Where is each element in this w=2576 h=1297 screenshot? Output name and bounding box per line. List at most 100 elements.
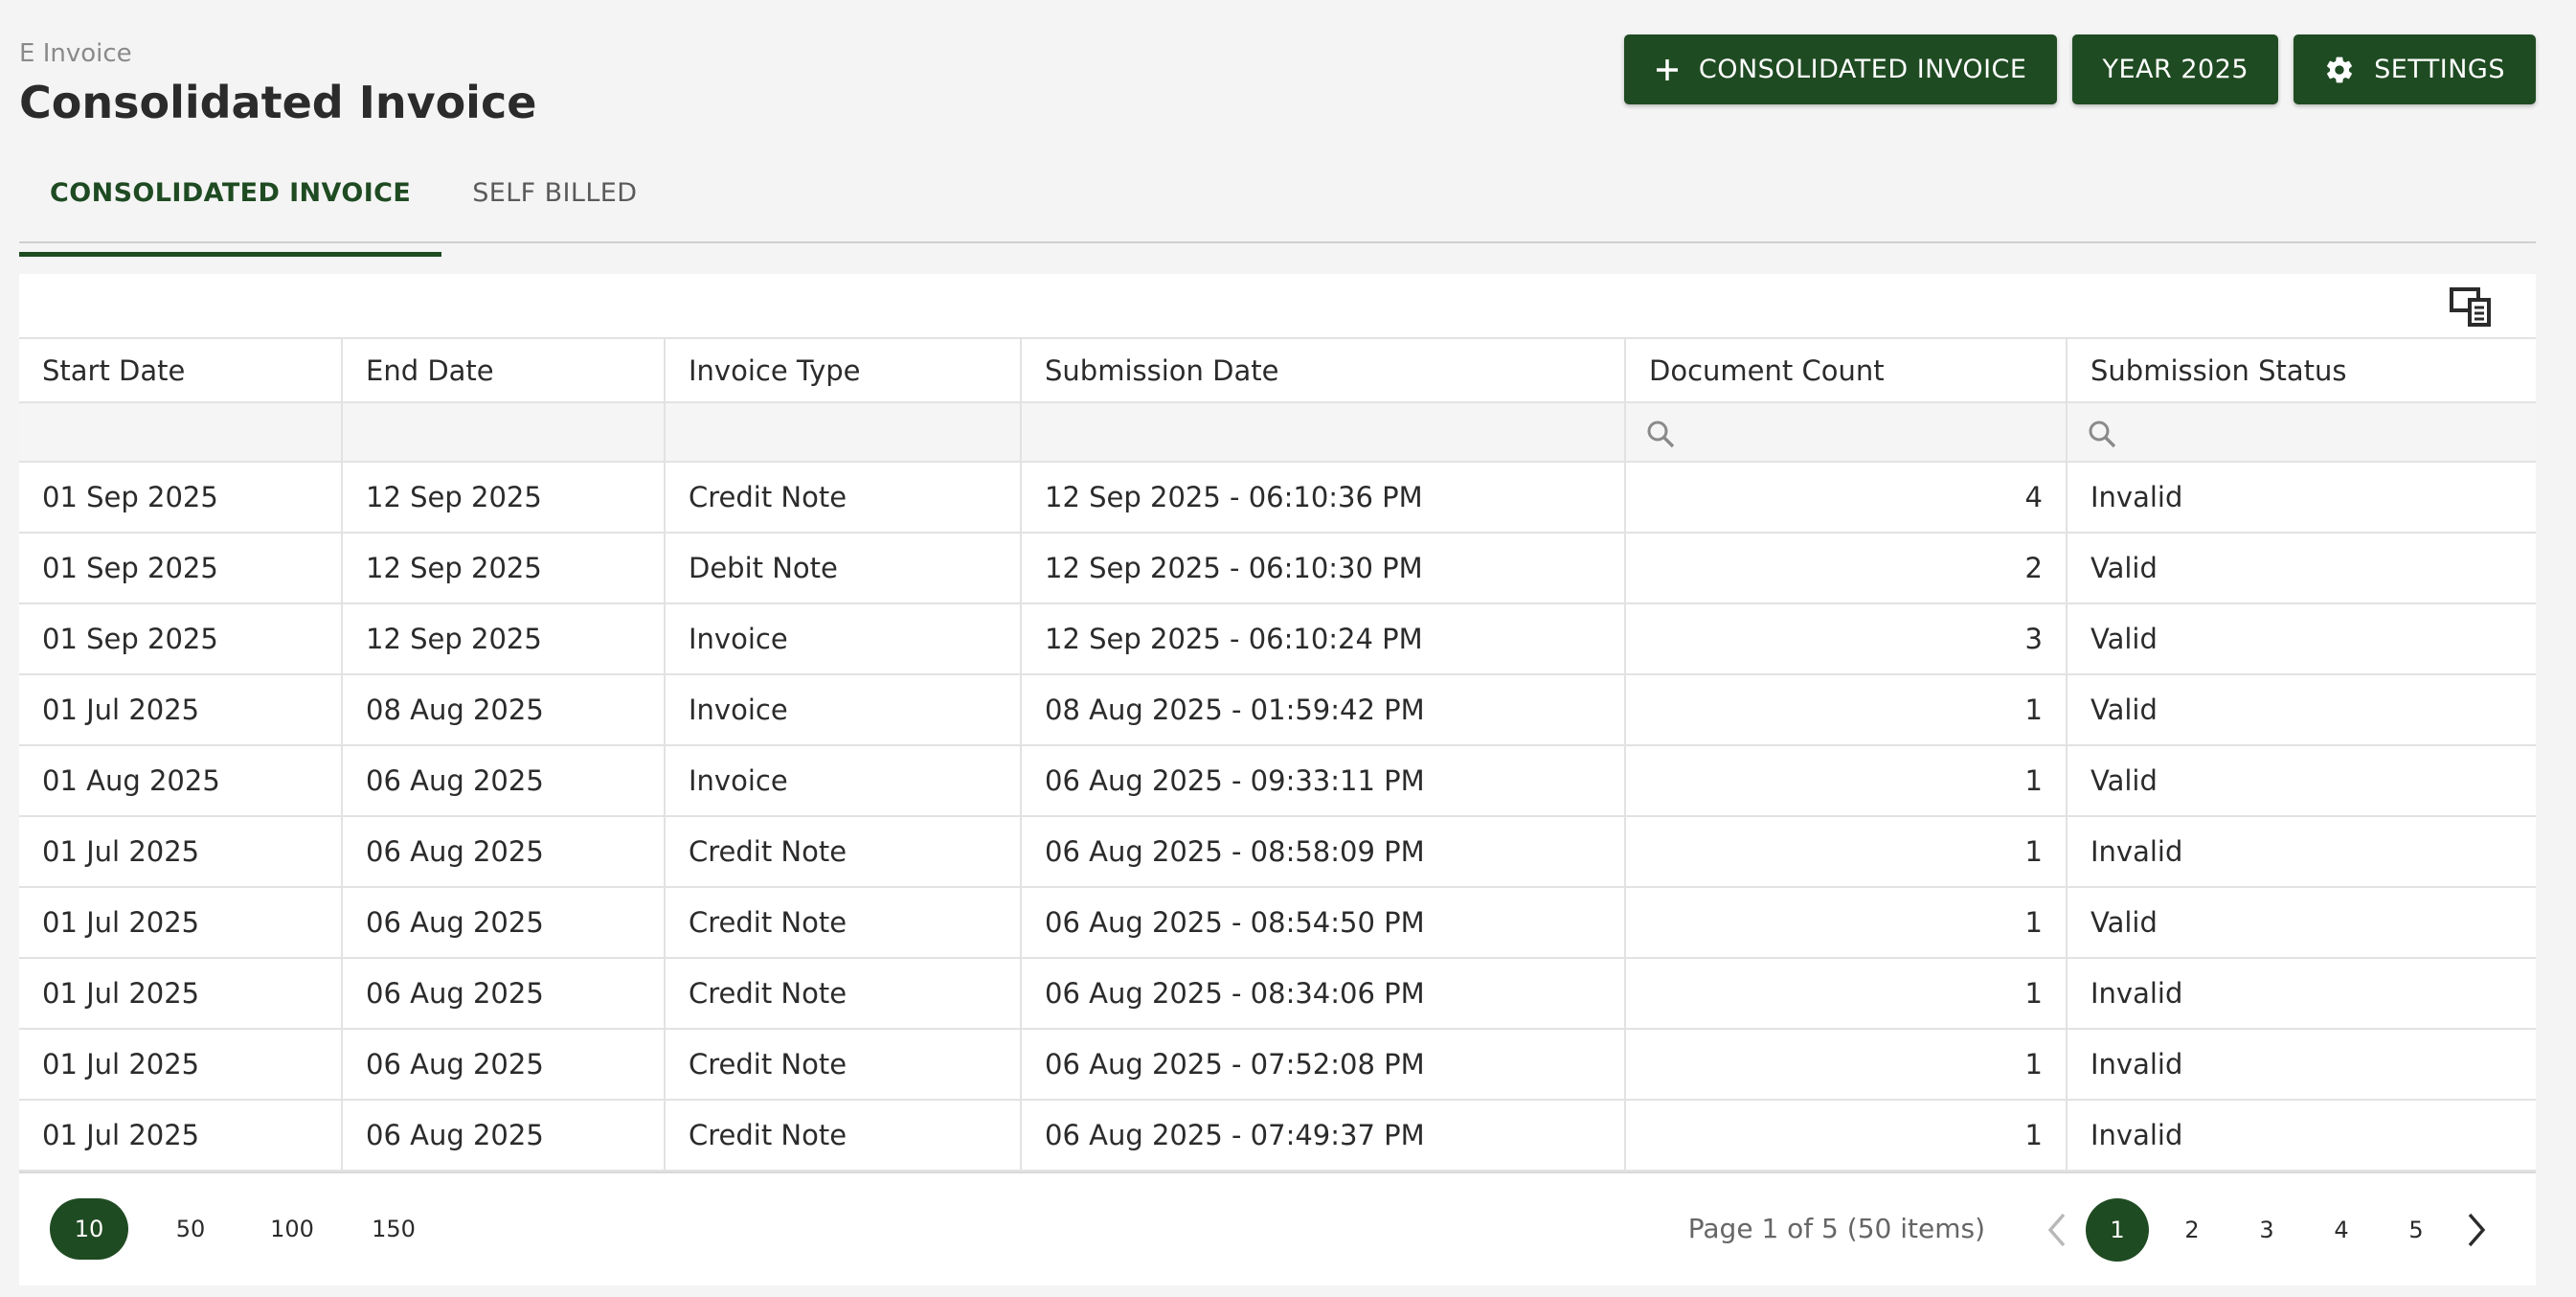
cell-document-count: 1 bbox=[1625, 816, 2068, 888]
gear-icon bbox=[2324, 55, 2355, 85]
table-row[interactable]: 01 Aug 2025 06 Aug 2025 Invoice 06 Aug 2025… bbox=[19, 745, 2536, 817]
plus-icon bbox=[1655, 57, 1680, 82]
invoice-grid: Start Date End Date Invoice Type Submiss… bbox=[19, 274, 2536, 1286]
column-header-submission-date[interactable]: Submission Date bbox=[1021, 339, 1626, 403]
chevron-left-icon[interactable] bbox=[2034, 1199, 2080, 1261]
cell-invoice-type: Invoice bbox=[665, 674, 1022, 746]
cell-start-date: 01 Jul 2025 bbox=[19, 1029, 343, 1101]
table-body: 01 Sep 2025 12 Sep 2025 Credit Note 12 Sep … bbox=[19, 462, 2536, 1172]
cell-end-date: 12 Sep 2025 bbox=[342, 533, 666, 604]
page-info: Page 1 of 5 (50 items) bbox=[1687, 1213, 1985, 1244]
column-header-start-date[interactable]: Start Date bbox=[19, 339, 343, 403]
cell-end-date: 06 Aug 2025 bbox=[342, 958, 666, 1030]
new-consolidated-invoice-label: CONSOLIDATED INVOICE bbox=[1698, 55, 2027, 84]
cell-invoice-type: Credit Note bbox=[665, 816, 1022, 888]
filter-cell-document-count[interactable] bbox=[1625, 402, 2068, 463]
table-row[interactable]: 01 Jul 2025 06 Aug 2025 Credit Note 06 Aug … bbox=[19, 1100, 2536, 1172]
cell-document-count: 1 bbox=[1625, 674, 2068, 746]
search-icon[interactable] bbox=[2087, 419, 2117, 449]
table-row[interactable]: 01 Sep 2025 12 Sep 2025 Invoice 12 Sep 2025… bbox=[19, 603, 2536, 675]
cell-invoice-type: Credit Note bbox=[665, 462, 1022, 534]
page-navigation: 1 2 3 4 5 bbox=[2034, 1198, 2499, 1262]
cell-submission-status: Valid bbox=[2067, 533, 2536, 604]
page-button-3[interactable]: 3 bbox=[2235, 1198, 2298, 1262]
page-button-4[interactable]: 4 bbox=[2310, 1198, 2373, 1262]
page-size-150[interactable]: 150 bbox=[354, 1198, 433, 1260]
cell-start-date: 01 Sep 2025 bbox=[19, 462, 343, 534]
table-row[interactable]: 01 Jul 2025 06 Aug 2025 Credit Note 06 Aug … bbox=[19, 1029, 2536, 1101]
table-row[interactable]: 01 Jul 2025 08 Aug 2025 Invoice 08 Aug 2025… bbox=[19, 674, 2536, 746]
cell-start-date: 01 Jul 2025 bbox=[19, 887, 343, 959]
cell-submission-status: Invalid bbox=[2067, 958, 2536, 1030]
column-header-document-count[interactable]: Document Count bbox=[1625, 339, 2068, 403]
page-title: Consolidated Invoice bbox=[19, 77, 537, 128]
cell-invoice-type: Invoice bbox=[665, 603, 1022, 675]
cell-start-date: 01 Aug 2025 bbox=[19, 745, 343, 817]
cell-submission-date: 06 Aug 2025 - 09:33:11 PM bbox=[1021, 745, 1626, 817]
cell-submission-status: Invalid bbox=[2067, 1100, 2536, 1172]
filter-cell-start-date[interactable] bbox=[19, 402, 343, 463]
cell-start-date: 01 Sep 2025 bbox=[19, 603, 343, 675]
filter-cell-invoice-type[interactable] bbox=[665, 402, 1022, 463]
cell-submission-status: Valid bbox=[2067, 603, 2536, 675]
cell-submission-date: 06 Aug 2025 - 08:34:06 PM bbox=[1021, 958, 1626, 1030]
invoice-table: Start Date End Date Invoice Type Submiss… bbox=[19, 339, 2536, 1172]
header-actions: CONSOLIDATED INVOICE YEAR 2025 SETTINGS bbox=[1623, 34, 2536, 104]
cell-submission-date: 12 Sep 2025 - 06:10:24 PM bbox=[1021, 603, 1626, 675]
new-consolidated-invoice-button[interactable]: CONSOLIDATED INVOICE bbox=[1623, 34, 2058, 104]
search-icon[interactable] bbox=[1645, 419, 1676, 449]
pager: 10 50 100 150 Page 1 of 5 (50 items) 1 2… bbox=[19, 1172, 2536, 1283]
page-size-selector: 10 50 100 150 bbox=[50, 1198, 456, 1260]
cell-start-date: 01 Jul 2025 bbox=[19, 1100, 343, 1172]
cell-submission-status: Valid bbox=[2067, 674, 2536, 746]
table-row[interactable]: 01 Sep 2025 12 Sep 2025 Debit Note 12 Sep 2… bbox=[19, 533, 2536, 604]
cell-document-count: 1 bbox=[1625, 1029, 2068, 1101]
cell-document-count: 1 bbox=[1625, 745, 2068, 817]
page-size-10[interactable]: 10 bbox=[50, 1198, 128, 1260]
cell-end-date: 08 Aug 2025 bbox=[342, 674, 666, 746]
table-row[interactable]: 01 Jul 2025 06 Aug 2025 Credit Note 06 Aug … bbox=[19, 816, 2536, 888]
page-size-100[interactable]: 100 bbox=[253, 1198, 331, 1260]
year-label: YEAR 2025 bbox=[2102, 55, 2249, 84]
page-button-1[interactable]: 1 bbox=[2086, 1198, 2149, 1262]
filter-cell-end-date[interactable] bbox=[342, 402, 666, 463]
page-size-50[interactable]: 50 bbox=[151, 1198, 230, 1260]
cell-end-date: 06 Aug 2025 bbox=[342, 745, 666, 817]
page-button-2[interactable]: 2 bbox=[2160, 1198, 2224, 1262]
cell-document-count: 4 bbox=[1625, 462, 2068, 534]
chevron-right-icon[interactable] bbox=[2453, 1199, 2499, 1261]
cell-document-count: 1 bbox=[1625, 1100, 2068, 1172]
breadcrumb[interactable]: E Invoice bbox=[19, 34, 536, 73]
cell-end-date: 12 Sep 2025 bbox=[342, 603, 666, 675]
year-button[interactable]: YEAR 2025 bbox=[2072, 34, 2279, 104]
tab-self-billed[interactable]: SELF BILLED bbox=[441, 159, 667, 241]
cell-end-date: 06 Aug 2025 bbox=[342, 1100, 666, 1172]
cell-submission-status: Invalid bbox=[2067, 816, 2536, 888]
cell-submission-date: 08 Aug 2025 - 01:59:42 PM bbox=[1021, 674, 1626, 746]
page-header: E Invoice Consolidated Invoice bbox=[19, 34, 536, 130]
filter-cell-submission-status[interactable] bbox=[2067, 402, 2536, 463]
table-row[interactable]: 01 Sep 2025 12 Sep 2025 Credit Note 12 Sep … bbox=[19, 462, 2536, 534]
cell-submission-date: 12 Sep 2025 - 06:10:36 PM bbox=[1021, 462, 1626, 534]
settings-button[interactable]: SETTINGS bbox=[2294, 34, 2536, 104]
cell-invoice-type: Credit Note bbox=[665, 1100, 1022, 1172]
table-row[interactable]: 01 Jul 2025 06 Aug 2025 Credit Note 06 Aug … bbox=[19, 887, 2536, 959]
filter-cell-submission-date[interactable] bbox=[1021, 402, 1626, 463]
cell-start-date: 01 Jul 2025 bbox=[19, 958, 343, 1030]
cell-invoice-type: Debit Note bbox=[665, 533, 1022, 604]
grid-toolbar bbox=[19, 274, 2536, 339]
cell-submission-date: 06 Aug 2025 - 08:54:50 PM bbox=[1021, 887, 1626, 959]
filter-row bbox=[19, 402, 2536, 463]
tab-consolidated-invoice[interactable]: CONSOLIDATED INVOICE bbox=[19, 159, 442, 257]
table-row[interactable]: 01 Jul 2025 06 Aug 2025 Credit Note 06 Aug … bbox=[19, 958, 2536, 1030]
column-header-end-date[interactable]: End Date bbox=[342, 339, 666, 403]
column-header-submission-status[interactable]: Submission Status bbox=[2067, 339, 2536, 403]
page-button-5[interactable]: 5 bbox=[2384, 1198, 2448, 1262]
cell-invoice-type: Credit Note bbox=[665, 958, 1022, 1030]
cell-end-date: 06 Aug 2025 bbox=[342, 1029, 666, 1101]
cell-document-count: 1 bbox=[1625, 958, 2068, 1030]
cell-start-date: 01 Jul 2025 bbox=[19, 674, 343, 746]
column-header-invoice-type[interactable]: Invoice Type bbox=[665, 339, 1022, 403]
cell-start-date: 01 Sep 2025 bbox=[19, 533, 343, 604]
column-chooser-icon[interactable] bbox=[2448, 284, 2494, 330]
